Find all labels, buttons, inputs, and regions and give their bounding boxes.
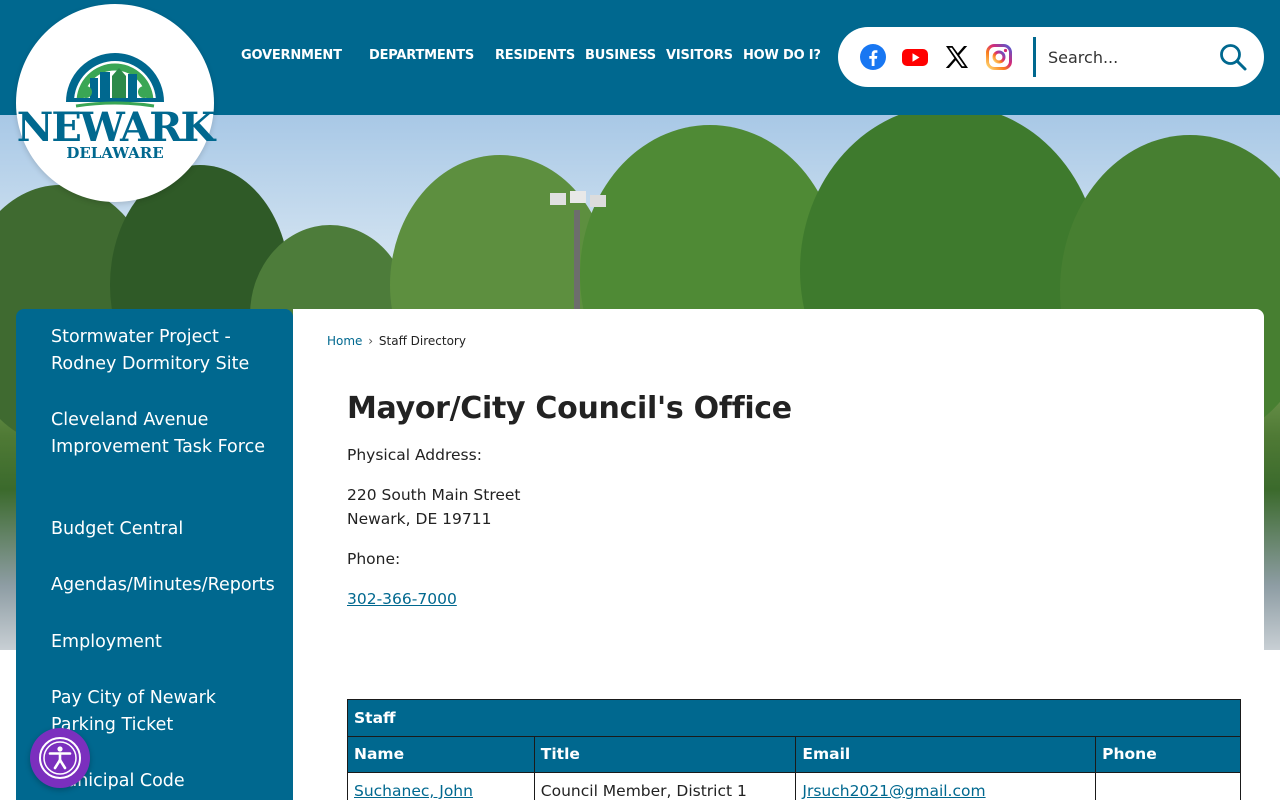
nav-departments[interactable]: DEPARTMENTS bbox=[369, 48, 474, 63]
column-header-phone: Phone bbox=[1095, 735, 1241, 773]
search-input[interactable] bbox=[1048, 41, 1208, 73]
page-title: Mayor/City Council's Office bbox=[347, 391, 792, 426]
nav-visitors[interactable]: VISITORS bbox=[666, 48, 733, 63]
city-skyline-emblem bbox=[66, 53, 164, 108]
stadium-lamps bbox=[550, 191, 606, 207]
header-tools bbox=[838, 27, 1264, 87]
table-row: Suchanec, John Council Member, District … bbox=[347, 772, 1241, 800]
phone-number-link: 302-366-7000 bbox=[347, 587, 457, 611]
breadcrumb: Home › Staff Directory bbox=[327, 334, 466, 348]
nav-business[interactable]: BUSINESS bbox=[585, 48, 656, 63]
address-line-2: Newark, DE 19711 bbox=[347, 510, 492, 528]
nav-residents[interactable]: RESIDENTS bbox=[495, 48, 575, 63]
sidebar-item-budget-central[interactable]: Budget Central bbox=[51, 516, 281, 543]
cell-email: Jrsuch2021@gmail.com bbox=[795, 772, 1097, 800]
youtube-icon[interactable] bbox=[901, 43, 929, 71]
nav-government[interactable]: GOVERNMENT bbox=[241, 48, 342, 63]
breadcrumb-separator: › bbox=[368, 334, 374, 348]
breadcrumb-home[interactable]: Home bbox=[327, 334, 362, 348]
city-logo[interactable]: NEWARK DELAWARE bbox=[16, 4, 215, 202]
logo-state-name: DELAWARE bbox=[66, 144, 164, 162]
sidebar-nav: Stormwater Project - Rodney Dormitory Si… bbox=[16, 309, 293, 800]
nav-how-do-i[interactable]: HOW DO I? bbox=[743, 48, 821, 63]
phone-link[interactable]: 302-366-7000 bbox=[347, 590, 457, 608]
breadcrumb-current: Staff Directory bbox=[378, 334, 466, 348]
staff-table-caption: Staff bbox=[347, 699, 1241, 737]
search-icon[interactable] bbox=[1218, 42, 1248, 72]
staff-email-link[interactable]: Jrsuch2021@gmail.com bbox=[802, 782, 985, 800]
phone-label: Phone: bbox=[347, 550, 401, 568]
staff-table: Staff Name Title Email Phone Suchanec, J… bbox=[347, 699, 1241, 800]
staff-name-link[interactable]: Suchanec, John bbox=[354, 782, 473, 800]
cell-name: Suchanec, John bbox=[347, 772, 535, 800]
sidebar-item-agendas[interactable]: Agendas/Minutes/Reports bbox=[51, 572, 281, 599]
sidebar-item-cleveland-avenue[interactable]: Cleveland Avenue Improvement Task Force bbox=[51, 407, 281, 460]
main-content: Home › Staff Directory Mayor/City Counci… bbox=[293, 309, 1264, 800]
sidebar-item-stormwater-project[interactable]: Stormwater Project - Rodney Dormitory Si… bbox=[51, 324, 281, 377]
accessibility-button[interactable] bbox=[30, 728, 90, 788]
address-label: Physical Address: bbox=[347, 446, 482, 464]
column-header-title: Title bbox=[533, 735, 797, 773]
tools-divider bbox=[1033, 37, 1036, 77]
x-twitter-icon[interactable] bbox=[943, 43, 971, 71]
cell-phone bbox=[1095, 772, 1241, 800]
sidebar-item-employment[interactable]: Employment bbox=[51, 629, 281, 656]
facebook-icon[interactable] bbox=[859, 43, 887, 71]
cell-title: Council Member, District 1 bbox=[533, 772, 797, 800]
column-header-email: Email bbox=[795, 735, 1097, 773]
instagram-icon[interactable] bbox=[985, 43, 1013, 71]
column-header-name: Name bbox=[347, 735, 535, 773]
address-line-1: 220 South Main Street bbox=[347, 486, 521, 504]
accessibility-icon bbox=[39, 737, 81, 779]
